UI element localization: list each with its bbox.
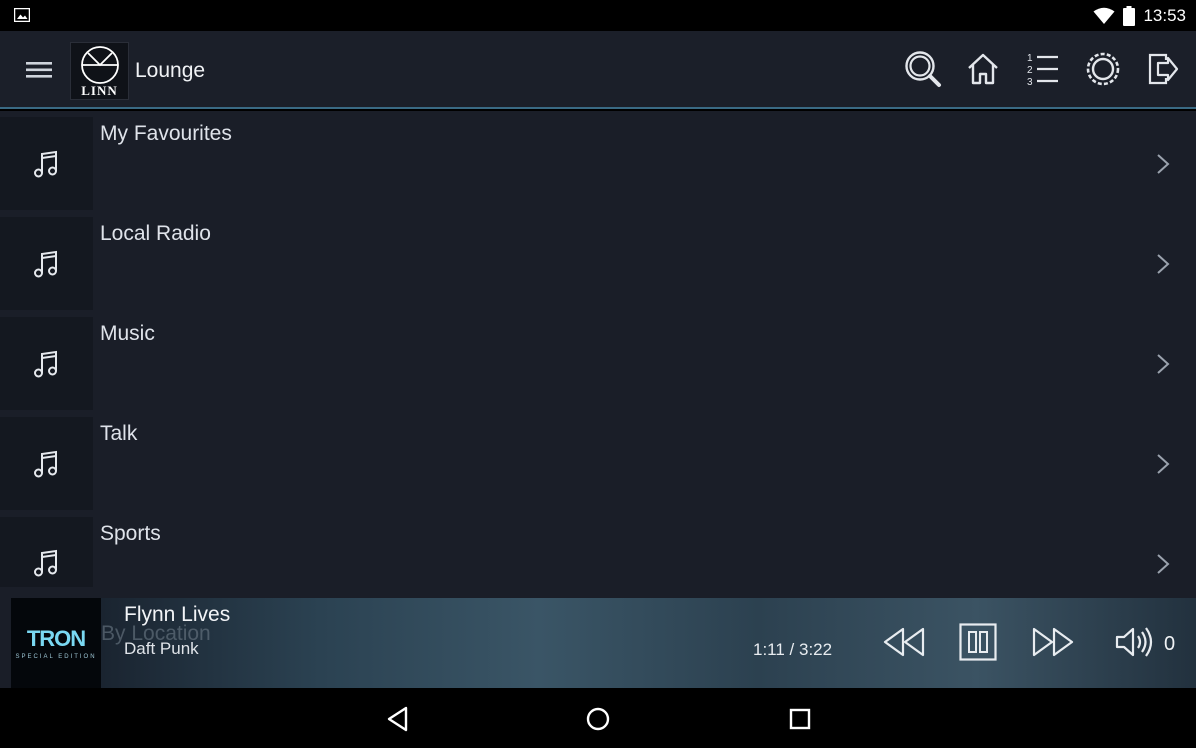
list-item-label: My Favourites [100, 122, 232, 145]
album-art[interactable]: TRON SPECIAL EDITION [11, 598, 101, 688]
home-icon [968, 53, 998, 85]
next-button[interactable] [1031, 616, 1075, 668]
battery-icon [1123, 6, 1136, 26]
list-item-local-radio[interactable]: Local Radio [0, 211, 1196, 310]
wifi-icon [1093, 7, 1115, 24]
recents-icon [789, 708, 811, 730]
list-item-thumb [0, 517, 93, 587]
list-item-label: Sports [100, 522, 161, 545]
recents-button[interactable] [785, 704, 815, 734]
list-item-label: Music [100, 322, 155, 345]
list-item-thumb [0, 117, 93, 210]
home-nav-button[interactable] [583, 704, 613, 734]
chevron-right-icon [1157, 354, 1170, 374]
chevron-right-icon [1157, 154, 1170, 174]
linn-logo[interactable]: LINN [70, 42, 129, 100]
playlist-button[interactable]: 1 2 3 [1024, 49, 1062, 89]
settings-button[interactable] [1084, 49, 1122, 89]
track-time: 1:11 / 3:22 [753, 640, 833, 659]
volume-icon [1115, 627, 1153, 657]
album-art-title: TRON [26, 626, 86, 651]
chevron-right-icon [1157, 254, 1170, 274]
volume-button[interactable] [1112, 616, 1156, 668]
list-item-my-favourites[interactable]: My Favourites [0, 111, 1196, 210]
menu-icon[interactable] [26, 59, 54, 81]
list-item-sports[interactable]: Sports [0, 511, 1196, 587]
rewind-icon [883, 627, 925, 657]
pause-button[interactable] [958, 616, 998, 668]
status-time: 13:53 [1143, 6, 1186, 25]
exit-button[interactable] [1144, 49, 1182, 89]
home-button[interactable] [964, 49, 1002, 89]
linn-emblem-icon [81, 46, 119, 84]
previous-button[interactable] [882, 616, 926, 668]
back-button[interactable] [383, 704, 413, 734]
fast-forward-icon [1032, 627, 1074, 657]
svg-text:2: 2 [1027, 65, 1033, 76]
track-title: Flynn Lives [124, 603, 231, 626]
status-bar: 13:53 [0, 0, 1196, 31]
music-note-icon [33, 450, 57, 477]
music-note-icon [33, 350, 57, 377]
svg-text:1: 1 [1027, 53, 1033, 64]
settings-icon [1086, 52, 1120, 86]
list-item-thumb [0, 217, 93, 310]
exit-icon [1148, 53, 1179, 85]
room-name[interactable]: Lounge [135, 59, 205, 83]
list-item-talk[interactable]: Talk [0, 411, 1196, 510]
app-header: LINN Lounge 1 2 3 [0, 31, 1196, 109]
chevron-right-icon [1157, 554, 1170, 574]
logo-text: LINN [81, 83, 118, 98]
track-artist: Daft Punk [124, 639, 199, 658]
list-item-thumb [0, 417, 93, 510]
search-button[interactable] [904, 49, 942, 89]
list-item-thumb [0, 317, 93, 410]
music-note-icon [33, 150, 57, 177]
volume-value: 0 [1164, 633, 1176, 655]
music-note-icon [33, 549, 57, 577]
back-icon [387, 706, 408, 732]
chevron-right-icon [1157, 454, 1170, 474]
svg-text:3: 3 [1027, 77, 1033, 87]
home-circle-icon [586, 707, 610, 731]
toolbar: 1 2 3 [904, 49, 1182, 89]
list-item-music[interactable]: Music [0, 311, 1196, 410]
list-item-label: Talk [100, 422, 138, 445]
pause-icon [959, 623, 997, 661]
playlist-icon: 1 2 3 [1027, 53, 1058, 87]
album-art-subtitle: SPECIAL EDITION [15, 654, 97, 660]
list-item-label: Local Radio [100, 222, 211, 245]
gallery-icon [14, 8, 30, 22]
search-icon [905, 51, 941, 87]
system-nav-bar [0, 688, 1196, 748]
now-playing-bar[interactable]: By Location TRON SPECIAL EDITION Flynn L… [0, 587, 1196, 688]
music-note-icon [33, 250, 57, 277]
browse-list: My Favourites Local Radio Music Talk Spo… [0, 111, 1196, 587]
